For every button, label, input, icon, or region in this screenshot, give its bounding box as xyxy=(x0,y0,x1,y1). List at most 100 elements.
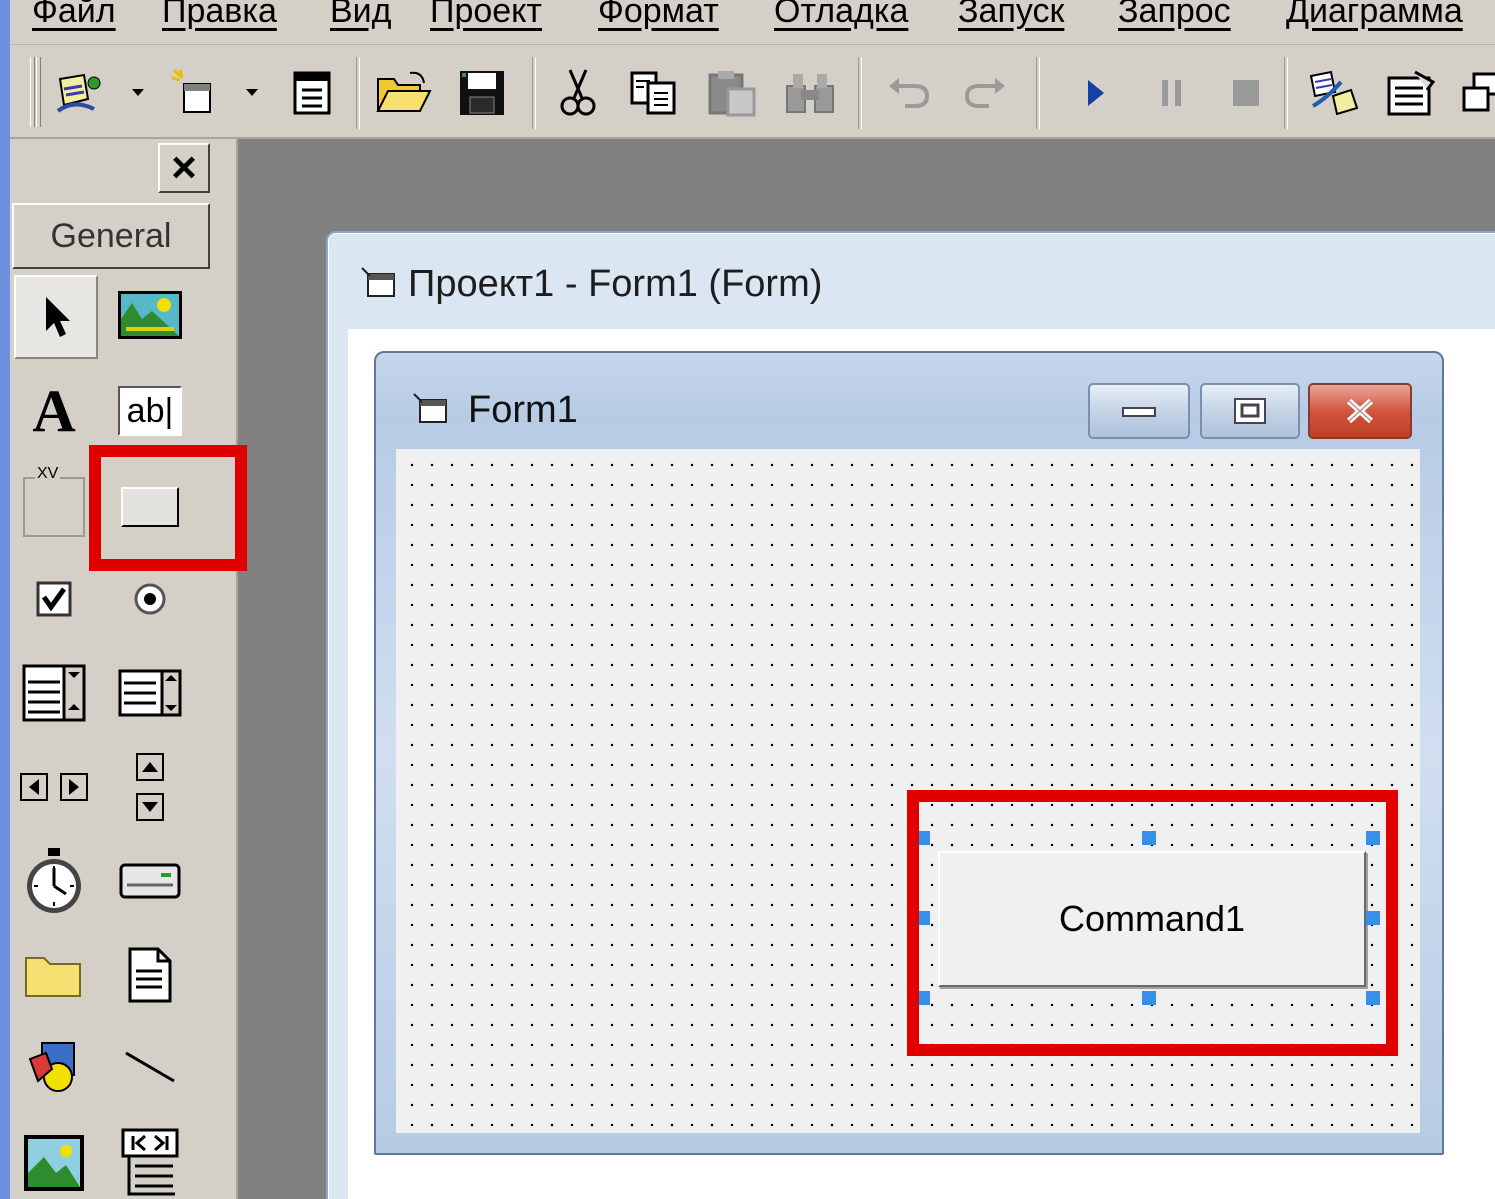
toolbar-separator xyxy=(1036,57,1040,129)
toolbar-separator xyxy=(1284,57,1288,129)
maximize-icon xyxy=(1234,398,1266,424)
start-icon[interactable] xyxy=(1066,65,1126,121)
menu-editor-icon[interactable] xyxy=(282,65,342,121)
toolbar-separator xyxy=(858,57,862,129)
form-designer-window[interactable]: Проект1 - Form1 (Form) Form1 Command1 xyxy=(326,231,1495,1199)
resize-handle[interactable] xyxy=(916,911,930,925)
shape-tool[interactable] xyxy=(14,1027,94,1107)
label-icon: A xyxy=(32,377,76,444)
timer-icon xyxy=(27,848,81,913)
vscrollbar-icon xyxy=(136,753,164,821)
combobox-tool[interactable] xyxy=(14,653,94,733)
data-control-tool[interactable] xyxy=(110,1123,190,1199)
paste-icon[interactable] xyxy=(702,65,762,121)
toolbar-grip[interactable] xyxy=(30,57,35,127)
minimize-button[interactable] xyxy=(1088,383,1190,439)
menu-query[interactable]: Запрос xyxy=(1118,0,1231,31)
minimize-icon xyxy=(1122,407,1156,417)
drivelistbox-tool[interactable] xyxy=(110,841,190,921)
add-project-dropdown-icon[interactable] xyxy=(130,65,146,121)
picturebox-icon xyxy=(118,291,182,339)
close-icon xyxy=(1346,398,1374,424)
menu-run[interactable]: Запуск xyxy=(958,0,1064,31)
menu-bar: Файл Правка Вид Проект Формат Отладка За… xyxy=(10,0,1495,45)
pointer-tool[interactable] xyxy=(14,275,98,359)
menu-edit[interactable]: Правка xyxy=(162,0,277,31)
vscrollbar-tool[interactable] xyxy=(110,747,190,827)
file-icon xyxy=(128,947,172,1003)
undo-icon[interactable] xyxy=(878,65,938,121)
checkbox-icon xyxy=(36,581,72,617)
listbox-icon xyxy=(118,669,182,717)
hscrollbar-tool[interactable] xyxy=(14,747,94,827)
find-icon[interactable] xyxy=(780,65,840,121)
drivelistbox-icon xyxy=(119,863,181,899)
option-button-tool[interactable] xyxy=(110,559,190,639)
redo-icon[interactable] xyxy=(956,65,1016,121)
form1-design-grid[interactable]: Command1 xyxy=(396,449,1420,1133)
textbox-icon: ab| xyxy=(118,386,182,436)
filelistbox-tool[interactable] xyxy=(110,935,190,1015)
form1-title: Form1 xyxy=(412,389,578,432)
resize-handle[interactable] xyxy=(1366,911,1380,925)
form1-window[interactable]: Form1 Command1 xyxy=(374,351,1444,1155)
hscrollbar-icon xyxy=(20,773,88,801)
frame-icon: XV xyxy=(23,465,85,537)
open-icon[interactable] xyxy=(374,65,434,121)
picturebox-tool[interactable] xyxy=(110,275,190,355)
timer-tool[interactable] xyxy=(14,841,94,921)
combobox-icon xyxy=(22,664,86,722)
copy-icon[interactable] xyxy=(624,65,684,121)
project-explorer-icon[interactable] xyxy=(1304,65,1364,121)
designer-title: Проект1 - Form1 (Form) xyxy=(360,263,822,306)
textbox-tool[interactable]: ab| xyxy=(110,371,190,451)
menu-debug[interactable]: Отладка xyxy=(774,0,908,31)
resize-handle[interactable] xyxy=(1142,991,1156,1005)
menu-project[interactable]: Проект xyxy=(430,0,542,31)
maximize-button[interactable] xyxy=(1200,383,1300,439)
resize-handle[interactable] xyxy=(1366,991,1380,1005)
resize-handle[interactable] xyxy=(916,831,930,845)
shape-icon xyxy=(28,1042,75,1092)
dirlistbox-tool[interactable] xyxy=(14,935,94,1015)
tab-general[interactable]: General xyxy=(12,203,210,269)
designer-client-area: Form1 Command1 xyxy=(348,329,1495,1199)
form-layout-icon[interactable] xyxy=(1450,65,1495,121)
toolbar-separator xyxy=(532,57,536,129)
close-button[interactable] xyxy=(1308,383,1412,439)
frame-tool[interactable]: XV xyxy=(14,465,94,547)
option-button-icon xyxy=(134,583,166,615)
menu-file[interactable]: Файл xyxy=(32,0,116,31)
resize-handle[interactable] xyxy=(916,991,930,1005)
form-icon xyxy=(361,267,395,297)
toolbar-grip[interactable] xyxy=(36,57,41,127)
add-form-icon[interactable] xyxy=(164,65,224,121)
pointer-icon xyxy=(46,297,70,337)
workspace-area: Проект1 - Form1 (Form) Form1 Command1 xyxy=(238,139,1495,1199)
properties-icon[interactable] xyxy=(1382,65,1442,121)
menu-diagram[interactable]: Диаграмма xyxy=(1286,0,1463,31)
listbox-tool[interactable] xyxy=(110,653,190,733)
menu-format[interactable]: Формат xyxy=(598,0,719,31)
resize-handle[interactable] xyxy=(1142,831,1156,845)
command-button-icon xyxy=(121,487,179,527)
add-project-icon[interactable] xyxy=(50,65,110,121)
menu-view[interactable]: Вид xyxy=(330,0,392,31)
label-tool[interactable]: A xyxy=(14,371,94,451)
toolbox-panel: × General A ab| XV xyxy=(10,139,238,1199)
command1-button[interactable]: Command1 xyxy=(938,851,1366,987)
checkbox-tool[interactable] xyxy=(14,559,94,639)
line-tool[interactable] xyxy=(110,1027,190,1107)
add-form-dropdown-icon[interactable] xyxy=(244,65,260,121)
image-tool[interactable] xyxy=(14,1123,94,1199)
cut-icon[interactable] xyxy=(548,65,608,121)
toolbox-close-button[interactable]: × xyxy=(158,143,210,193)
image-icon xyxy=(24,1135,84,1191)
save-icon[interactable] xyxy=(452,65,512,121)
form-icon xyxy=(413,393,447,423)
command-button-tool[interactable] xyxy=(110,467,190,547)
ide-window: Файл Правка Вид Проект Формат Отладка За… xyxy=(10,0,1495,1199)
resize-handle[interactable] xyxy=(1366,831,1380,845)
end-icon[interactable] xyxy=(1216,65,1276,121)
break-icon[interactable] xyxy=(1142,65,1202,121)
